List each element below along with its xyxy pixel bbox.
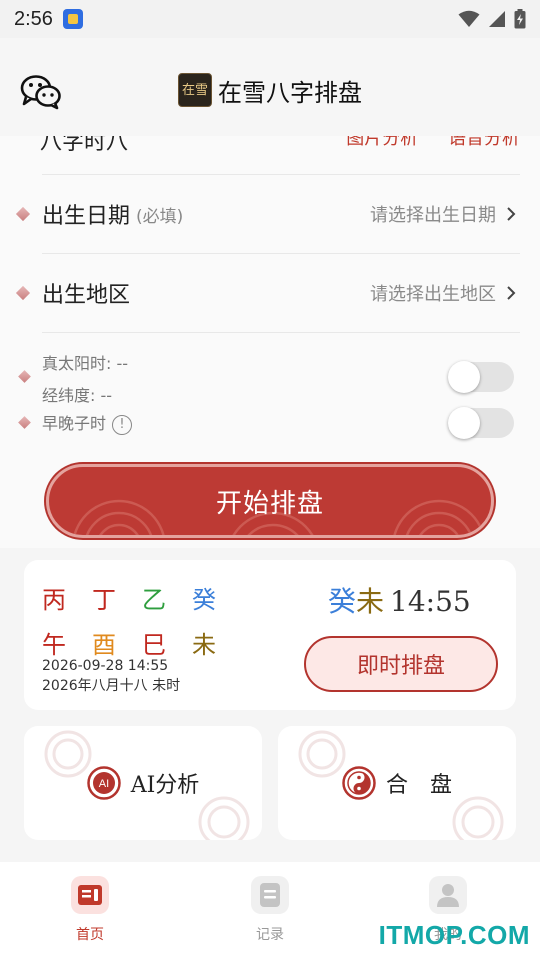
- toggle-knob: [448, 407, 480, 439]
- voice-analysis-option[interactable]: 语音分析: [448, 136, 520, 149]
- svg-text:AI: AI: [99, 778, 109, 790]
- birth-place-row[interactable]: 出生地区 请选择出生地区: [15, 263, 524, 323]
- birth-date-label: 出生日期: [42, 204, 131, 229]
- bazi-card: 丙丁乙癸 午酉巳未 2026-09-28 14:55 2026年八月十八 未时 …: [24, 560, 516, 710]
- app-header: 在雪 在雪八字排盘: [0, 38, 540, 142]
- branch-char: 午: [42, 631, 66, 659]
- hepan-content: 合 盘: [342, 766, 452, 800]
- branch-char: 巳: [142, 631, 166, 659]
- start-paipan-button[interactable]: 开始排盘: [46, 464, 494, 538]
- image-analysis-option[interactable]: 图片分析: [346, 136, 418, 149]
- bazi-date-info: 2026-09-28 14:55 2026年八月十八 未时: [42, 656, 180, 696]
- profile-icon: [429, 876, 467, 914]
- status-time: 2:56: [14, 7, 53, 30]
- partial-row-label: 八字时八: [40, 136, 129, 155]
- ai-analysis-label: AI分析: [130, 773, 200, 798]
- branch-char: 未: [192, 631, 216, 659]
- current-time: 14:55: [390, 585, 471, 618]
- wechat-icon[interactable]: [20, 74, 62, 110]
- branch-char: 酉: [92, 631, 116, 659]
- birth-date-row[interactable]: 出生日期 (必填) 请选择出生日期: [15, 184, 524, 244]
- solar-time-block: 真太阳时: -- 经纬度: -- 早晚子时!: [16, 348, 524, 439]
- ai-icon: AI: [86, 766, 121, 800]
- stem-char: 丙: [42, 586, 66, 614]
- yin-yang-icon: [342, 766, 376, 800]
- diamond-bullet-icon: [15, 285, 31, 301]
- birth-date-value: 请选择出生日期: [370, 205, 496, 226]
- early-late-zi-text: 早晚子时: [42, 414, 107, 433]
- current-branch: 未: [356, 585, 385, 618]
- app-logo-text: 在雪: [181, 82, 208, 98]
- instant-paipan-button[interactable]: 即时排盘: [304, 636, 498, 692]
- birth-info-form: 八字时八 图片分析 语音分析 出生日期 (必填) 请选择出生日期 出生地区 请选…: [0, 136, 540, 548]
- nav-label-records: 记录: [256, 927, 284, 943]
- divider: [42, 253, 520, 254]
- stem-char: 癸: [192, 586, 216, 614]
- status-bar: 2:56: [0, 0, 540, 38]
- four-pillars: 丙丁乙癸 午酉巳未: [42, 580, 242, 660]
- home-icon: [71, 876, 109, 914]
- current-stem: 癸: [328, 585, 357, 618]
- divider: [42, 332, 520, 333]
- toggle-knob: [448, 361, 480, 393]
- early-late-zi-label: 早晚子时!: [42, 410, 133, 435]
- records-icon: [251, 876, 289, 914]
- stem-char: 丁: [92, 586, 116, 614]
- heavenly-stems-row: 丙丁乙癸: [42, 580, 242, 615]
- ai-analysis-content: AI AI分析: [86, 766, 200, 800]
- page-title: 在雪八字排盘: [218, 78, 362, 107]
- info-icon[interactable]: !: [112, 414, 133, 435]
- early-late-zi-toggle[interactable]: [448, 407, 514, 439]
- chevron-right-icon: [507, 207, 516, 221]
- lunar-date: 2026年八月十八 未时: [42, 678, 181, 694]
- true-solar-time-text: 真太阳时: --: [42, 354, 129, 373]
- battery-icon: [514, 9, 526, 29]
- earthly-branches-row: 午酉巳未: [42, 625, 242, 660]
- nav-label-home: 首页: [76, 927, 104, 943]
- hepan-label: 合 盘: [385, 773, 452, 798]
- birth-place-value: 请选择出生地区: [370, 284, 496, 305]
- diamond-bullet-icon: [15, 206, 31, 222]
- required-hint: (必填): [136, 206, 184, 227]
- diamond-bullet-icon: [18, 416, 31, 429]
- notification-icon: [62, 9, 83, 29]
- watermark: ITMOP.COM: [378, 920, 530, 950]
- coordinates-text: 经纬度: --: [42, 386, 113, 405]
- hepan-card[interactable]: 合 盘: [278, 726, 516, 840]
- app-logo: 在雪: [178, 73, 212, 107]
- partial-row: 八字时八 图片分析 语音分析: [40, 136, 520, 160]
- signal-icon: [489, 11, 505, 27]
- ai-analysis-card[interactable]: AI AI分析: [24, 726, 262, 840]
- nav-item-home[interactable]: 首页: [45, 876, 135, 946]
- birth-place-label: 出生地区: [42, 283, 131, 308]
- partial-row-options[interactable]: 图片分析 语音分析: [346, 136, 520, 150]
- stem-char: 乙: [142, 586, 166, 614]
- start-button-label: 开始排盘: [215, 488, 324, 519]
- wifi-icon: [458, 10, 480, 27]
- nav-item-records[interactable]: 记录: [225, 876, 315, 946]
- diamond-bullet-icon: [18, 370, 31, 383]
- solar-time-toggle[interactable]: [448, 361, 514, 393]
- chevron-right-icon: [507, 286, 516, 300]
- solar-date: 2026-09-28 14:55: [42, 658, 169, 674]
- divider: [42, 174, 520, 175]
- current-ganzhi: 癸未 14:55: [328, 580, 471, 620]
- status-icons: [458, 9, 526, 29]
